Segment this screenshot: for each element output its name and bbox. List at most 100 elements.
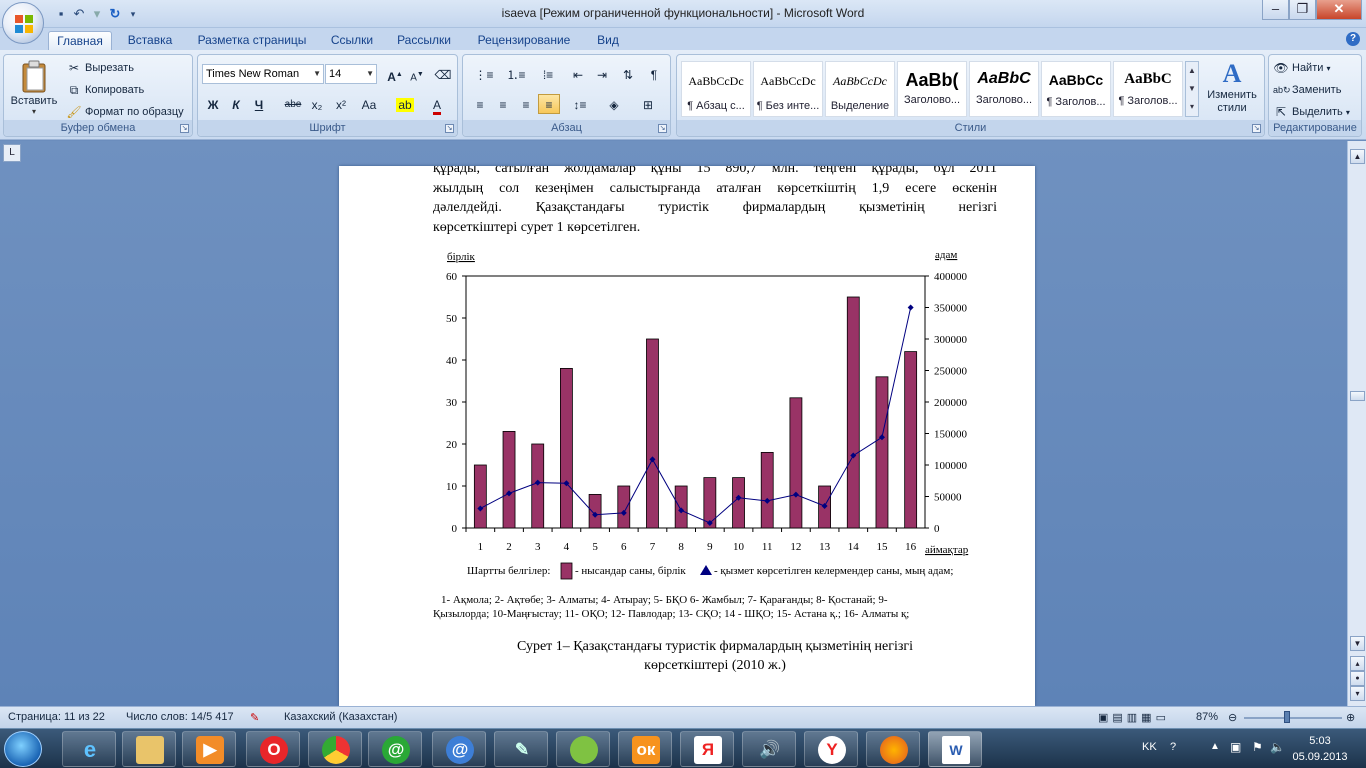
numbering-icon[interactable]: ⒈≡ (501, 64, 531, 84)
clear-format-icon[interactable]: ⌫ (432, 64, 454, 84)
style-normal[interactable]: AaBbCcDc ¶ Абзац с... (681, 61, 751, 117)
paste-button[interactable]: Вставить ▾ (7, 58, 61, 120)
agent-icon[interactable]: @ (368, 731, 422, 767)
minimize-button[interactable]: – (1262, 0, 1289, 20)
yandex-browser-icon[interactable]: Y (804, 731, 858, 767)
zoom-in-icon[interactable]: ⊕ (1346, 711, 1355, 724)
spelling-icon[interactable]: ✎ (250, 711, 259, 724)
underline-button[interactable]: Ч (248, 94, 270, 114)
vertical-scrollbar[interactable]: ▲ ▼ ▴ ● ▾ (1347, 141, 1366, 706)
zoom-slider[interactable] (1244, 717, 1342, 719)
flag-icon[interactable]: ⚑ (1252, 740, 1263, 754)
grow-font-icon[interactable]: A▲ (384, 64, 406, 84)
next-page-button[interactable]: ▾ (1350, 686, 1365, 701)
tab-page-layout[interactable]: Разметка страницы (190, 31, 314, 50)
style-heading-4[interactable]: AaBbC ¶ Заголов... (1113, 61, 1183, 117)
replace-button[interactable]: ab↻Заменить (1273, 82, 1341, 98)
firefox-icon[interactable] (866, 731, 920, 767)
show-hidden-icons[interactable]: ▲ (1210, 741, 1220, 752)
page-count[interactable]: Страница: 11 из 22 (8, 711, 105, 723)
find-button[interactable]: 👁 Найти ▾ (1273, 60, 1330, 76)
align-center-icon[interactable]: ≡ (492, 94, 514, 114)
media-player-icon[interactable]: ▶ (182, 731, 236, 767)
volume-icon[interactable]: 🔈 (1270, 740, 1285, 754)
subscript-button[interactable]: x₂ (306, 94, 328, 114)
justify-icon[interactable]: ≡ (538, 94, 560, 114)
shrink-font-icon[interactable]: A▼ (406, 64, 428, 84)
document-page[interactable]: құрады, сатылған жолдамалар құны 15 890,… (339, 166, 1035, 706)
multilevel-list-icon[interactable]: ⁞≡ (533, 64, 563, 84)
opera-icon[interactable]: O (246, 731, 300, 767)
format-painter-button[interactable]: 🖌 Формат по образцу (66, 104, 183, 120)
tab-mailings[interactable]: Рассылки (390, 31, 458, 50)
font-color-icon[interactable]: A (422, 94, 452, 115)
bullets-icon[interactable]: ⋮≡ (469, 64, 499, 84)
bold-button[interactable]: Ж (202, 94, 224, 114)
prev-page-button[interactable]: ▴ (1350, 656, 1365, 671)
help-tray-icon[interactable]: ? (1170, 741, 1176, 753)
decrease-indent-icon[interactable]: ⇤ (567, 64, 589, 84)
align-left-icon[interactable]: ≡ (469, 94, 491, 114)
cut-button[interactable]: ✂ Вырезать (66, 60, 134, 76)
change-styles-button[interactable]: A Изменить стили (1203, 59, 1261, 115)
tab-references[interactable]: Ссылки (322, 31, 382, 50)
italic-button[interactable]: К (225, 94, 247, 114)
explorer-icon[interactable] (122, 731, 176, 767)
strikethrough-button[interactable]: abe (282, 94, 304, 114)
paragraph-launcher[interactable]: ↘ (658, 124, 667, 133)
borders-icon[interactable]: ⊞ (633, 94, 663, 114)
styles-launcher[interactable]: ↘ (1252, 124, 1261, 133)
chrome-icon[interactable] (308, 731, 362, 767)
yandex-icon[interactable]: Я (680, 731, 734, 767)
network-icon[interactable]: ▣ (1230, 740, 1241, 754)
help-icon[interactable]: ? (1346, 32, 1360, 46)
line-spacing-icon[interactable]: ↕≡ (565, 94, 595, 114)
sound-icon[interactable]: 🔊 (742, 731, 796, 767)
mail-icon[interactable]: @ (432, 731, 486, 767)
maximize-button[interactable]: ❐ (1289, 0, 1316, 20)
clock[interactable]: 5:03 05.09.2013 (1290, 733, 1350, 765)
style-no-spacing[interactable]: AaBbCcDc ¶ Без инте... (753, 61, 823, 117)
tab-review[interactable]: Рецензирование (468, 31, 580, 50)
increase-indent-icon[interactable]: ⇥ (591, 64, 613, 84)
font-launcher[interactable]: ↘ (445, 124, 454, 133)
style-emphasis[interactable]: AaBbCcDc Выделение (825, 61, 895, 117)
styles-scroll[interactable]: ▲ ▼ ▾ (1185, 61, 1199, 117)
font-name-combo[interactable]: Times New Roman ▼ (202, 64, 324, 84)
copy-button[interactable]: ⧉ Копировать (66, 82, 145, 98)
select-button[interactable]: ⇱ Выделить ▾ (1273, 104, 1350, 120)
zoom-slider-thumb[interactable] (1284, 711, 1290, 723)
change-case-button[interactable]: Aa (354, 94, 384, 114)
sort-icon[interactable]: ⇅ (617, 64, 639, 84)
app-icon[interactable] (556, 731, 610, 767)
start-button[interactable] (4, 731, 42, 767)
tab-home[interactable]: Главная (48, 31, 112, 50)
close-button[interactable]: ✕ (1316, 0, 1362, 20)
zoom-out-icon[interactable]: ⊖ (1228, 711, 1237, 724)
word-icon[interactable]: W (928, 731, 982, 767)
office-button[interactable] (2, 2, 44, 44)
tab-view[interactable]: Вид (588, 31, 628, 50)
align-right-icon[interactable]: ≡ (515, 94, 537, 114)
scroll-thumb[interactable] (1350, 391, 1365, 401)
style-heading-2[interactable]: AaBbC Заголово... (969, 61, 1039, 117)
ie-icon[interactable]: e (62, 731, 116, 767)
style-heading-3[interactable]: AaBbCc ¶ Заголов... (1041, 61, 1111, 117)
show-marks-icon[interactable]: ¶ (643, 64, 665, 84)
scroll-up-button[interactable]: ▲ (1350, 149, 1365, 164)
tab-insert[interactable]: Вставка (120, 31, 180, 50)
ruler-toggle-button[interactable]: L (3, 144, 21, 162)
select-browse-object-button[interactable]: ● (1350, 671, 1365, 686)
language[interactable]: Казахский (Казахстан) (284, 711, 397, 723)
word-count[interactable]: Число слов: 14/5 417 (126, 711, 234, 723)
clipboard-launcher[interactable]: ↘ (180, 124, 189, 133)
odnoklassniki-icon[interactable]: ок (618, 731, 672, 767)
language-indicator[interactable]: KK (1142, 741, 1157, 753)
scroll-down-button[interactable]: ▼ (1350, 636, 1365, 651)
superscript-button[interactable]: x² (330, 94, 352, 114)
view-buttons[interactable]: ▣▤▥▦▭ (1098, 711, 1170, 724)
shading-icon[interactable]: ◈ (599, 94, 629, 114)
font-size-combo[interactable]: 14 ▼ (325, 64, 377, 84)
zoom-level[interactable]: 87% (1196, 711, 1218, 723)
tools-icon[interactable]: ✎ (494, 731, 548, 767)
